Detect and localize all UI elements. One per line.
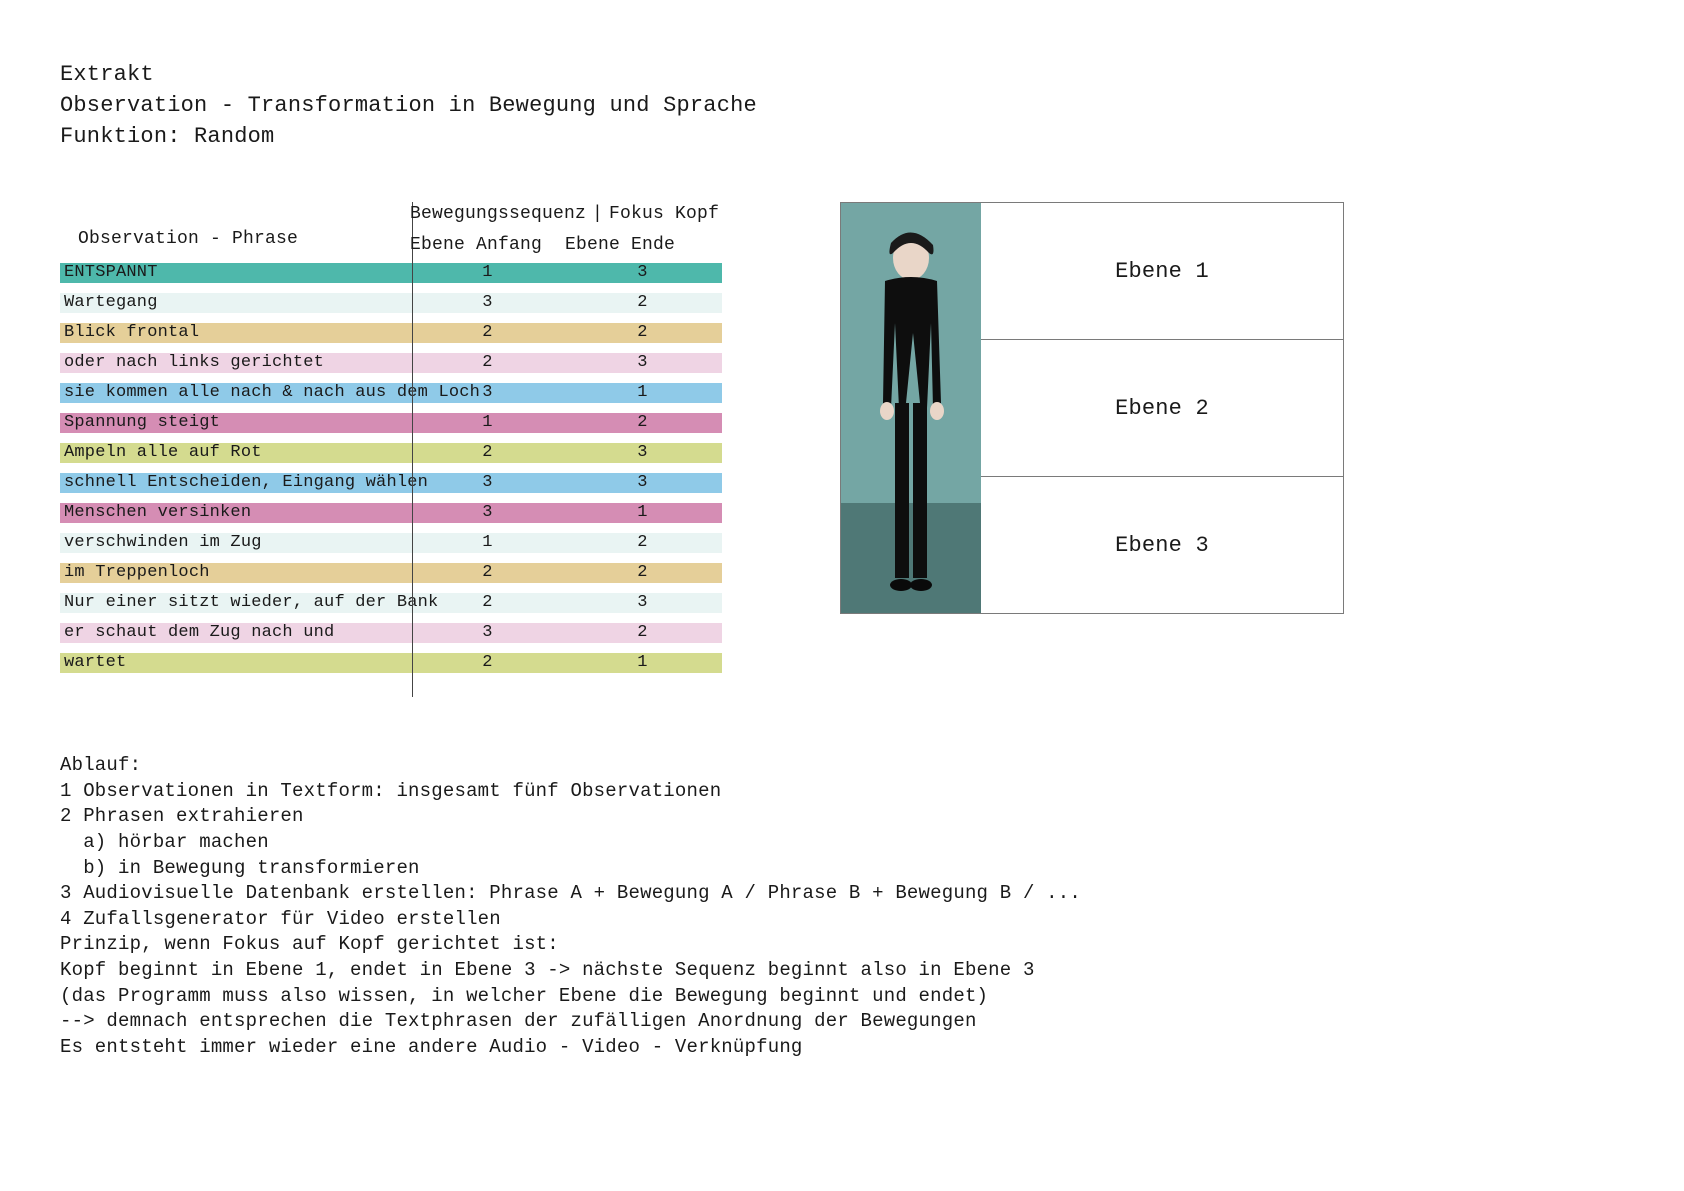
cell-anfang: 2 <box>410 593 565 613</box>
col-phrase-header: Observation - Phrase <box>60 227 410 257</box>
procedure-line: Es entsteht immer wieder eine andere Aud… <box>60 1035 1624 1061</box>
col-group-fokus: Fokus Kopf <box>609 202 719 226</box>
procedure-line: 2 Phrasen extrahieren <box>60 804 1624 830</box>
cell-ende: 2 <box>565 563 720 583</box>
cell-phrase: Blick frontal <box>60 323 410 343</box>
video-still <box>841 203 981 613</box>
cell-phrase: im Treppenloch <box>60 563 410 583</box>
cell-ende: 3 <box>565 473 720 493</box>
cell-ende: 3 <box>565 593 720 613</box>
cell-ende: 2 <box>565 323 720 343</box>
table-row: sie kommen alle nach & nach aus dem Loch… <box>60 383 722 403</box>
procedure-line: Prinzip, wenn Fokus auf Kopf gerichtet i… <box>60 932 1624 958</box>
cell-ende: 1 <box>565 503 720 523</box>
cell-phrase: wartet <box>60 653 410 673</box>
cell-phrase: Menschen versinken <box>60 503 410 523</box>
procedure-line: (das Programm muss also wissen, in welch… <box>60 984 1624 1010</box>
table-row: ENTSPANNT13 <box>60 263 722 283</box>
header-line-2: Observation - Transformation in Bewegung… <box>60 91 1624 122</box>
table-row: Menschen versinken31 <box>60 503 722 523</box>
cell-phrase: Spannung steigt <box>60 413 410 433</box>
cell-anfang: 2 <box>410 563 565 583</box>
table-row: Spannung steigt12 <box>60 413 722 433</box>
procedure-line: b) in Bewegung transformieren <box>60 856 1624 882</box>
level-cell: Ebene 3 <box>981 477 1343 613</box>
cell-phrase: Ampeln alle auf Rot <box>60 443 410 463</box>
header-line-3: Funktion: Random <box>60 122 1624 153</box>
table-row: oder nach links gerichtet23 <box>60 353 722 373</box>
cell-anfang: 1 <box>410 263 565 283</box>
table-row: Wartegang32 <box>60 293 722 313</box>
table-row: schnell Entscheiden, Eingang wählen33 <box>60 473 722 493</box>
cell-ende: 3 <box>565 263 720 283</box>
level-diagram: Ebene 1Ebene 2Ebene 3 <box>840 202 1344 614</box>
table-row: wartet21 <box>60 653 722 673</box>
col-group-bewegung: Bewegungssequenz <box>410 202 586 226</box>
level-cell: Ebene 1 <box>981 203 1343 340</box>
cell-anfang: 1 <box>410 413 565 433</box>
table-row: Ampeln alle auf Rot23 <box>60 443 722 463</box>
cell-phrase: Nur einer sitzt wieder, auf der Bank <box>60 593 410 613</box>
procedure-line: 3 Audiovisuelle Datenbank erstellen: Phr… <box>60 881 1624 907</box>
cell-anfang: 3 <box>410 623 565 643</box>
col-group-sep: | <box>586 202 609 226</box>
table-row: Nur einer sitzt wieder, auf der Bank23 <box>60 593 722 613</box>
procedure-line: Kopf beginnt in Ebene 1, endet in Ebene … <box>60 958 1624 984</box>
table-row: verschwinden im Zug12 <box>60 533 722 553</box>
cell-anfang: 3 <box>410 503 565 523</box>
cell-ende: 2 <box>565 623 720 643</box>
cell-ende: 2 <box>565 413 720 433</box>
cell-phrase: oder nach links gerichtet <box>60 353 410 373</box>
cell-anfang: 2 <box>410 323 565 343</box>
procedure-text: Ablauf: 1 Observationen in Textform: ins… <box>60 753 1624 1061</box>
level-cell: Ebene 2 <box>981 340 1343 477</box>
cell-anfang: 1 <box>410 533 565 553</box>
col-ende-header: Ebene Ende <box>565 233 720 257</box>
table-row: Blick frontal22 <box>60 323 722 343</box>
cell-phrase: er schaut dem Zug nach und <box>60 623 410 643</box>
sequence-table: Observation - Phrase Bewegungssequenz | … <box>60 202 722 703</box>
cell-anfang: 2 <box>410 443 565 463</box>
procedure-line: 1 Observationen in Textform: insgesamt f… <box>60 779 1624 805</box>
cell-anfang: 3 <box>410 383 565 403</box>
cell-anfang: 3 <box>410 293 565 313</box>
cell-anfang: 2 <box>410 353 565 373</box>
col-anfang-header: Ebene Anfang <box>410 233 565 257</box>
page-header: Extrakt Observation - Transformation in … <box>60 60 1624 152</box>
cell-ende: 2 <box>565 293 720 313</box>
cell-ende: 1 <box>565 653 720 673</box>
cell-ende: 2 <box>565 533 720 553</box>
cell-phrase: schnell Entscheiden, Eingang wählen <box>60 473 410 493</box>
cell-phrase: ENTSPANNT <box>60 263 410 283</box>
header-line-1: Extrakt <box>60 60 1624 91</box>
cell-ende: 3 <box>565 443 720 463</box>
cell-phrase: sie kommen alle nach & nach aus dem Loch <box>60 383 410 403</box>
procedure-title: Ablauf: <box>60 753 1624 779</box>
cell-phrase: Wartegang <box>60 293 410 313</box>
cell-phrase: verschwinden im Zug <box>60 533 410 553</box>
table-divider <box>412 202 413 697</box>
person-silhouette-icon <box>841 203 981 613</box>
procedure-line: --> demnach entsprechen die Textphrasen … <box>60 1009 1624 1035</box>
cell-anfang: 2 <box>410 653 565 673</box>
table-row: im Treppenloch22 <box>60 563 722 583</box>
cell-ende: 3 <box>565 353 720 373</box>
table-row: er schaut dem Zug nach und32 <box>60 623 722 643</box>
procedure-line: 4 Zufallsgenerator für Video erstellen <box>60 907 1624 933</box>
table-header: Observation - Phrase Bewegungssequenz | … <box>60 202 722 257</box>
cell-anfang: 3 <box>410 473 565 493</box>
procedure-line: a) hörbar machen <box>60 830 1624 856</box>
cell-ende: 1 <box>565 383 720 403</box>
